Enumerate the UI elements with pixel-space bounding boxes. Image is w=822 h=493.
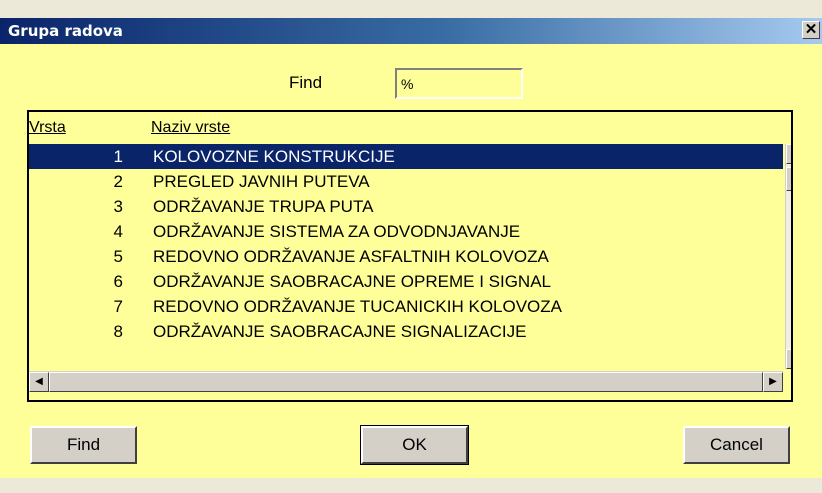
row-naziv-vrste: REDOVNO ODRŽAVANJE ASFALTNIH KOLOVOZA — [153, 247, 549, 266]
close-button[interactable]: ✕ — [802, 21, 820, 39]
table-row[interactable]: 5 REDOVNO ODRŽAVANJE ASFALTNIH KOLOVOZA — [29, 244, 783, 269]
find-input[interactable] — [395, 68, 523, 99]
table-row[interactable]: 2 PREGLED JAVNIH PUTEVA — [29, 169, 783, 194]
horizontal-scrollbar[interactable]: ◀ ▶ — [29, 371, 783, 392]
scroll-down-arrow-icon[interactable]: ▼ — [786, 349, 791, 369]
horizontal-scroll-thumb[interactable] — [49, 372, 763, 392]
title-bar[interactable]: Grupa radova ✕ — [0, 18, 822, 44]
scroll-right-arrow-icon[interactable]: ▶ — [763, 372, 783, 392]
vertical-scrollbar[interactable]: ▲ ▼ — [785, 144, 791, 369]
find-button[interactable]: Find — [30, 426, 137, 464]
row-vrsta: 2 — [113, 172, 123, 191]
close-icon: ✕ — [804, 21, 818, 38]
results-grid[interactable]: Vrsta Naziv vrste 1 KOLOVOZNE KONSTRUKCIJ… — [27, 110, 793, 402]
row-naziv-vrste: ODRŽAVANJE SAOBRACAJNE SIGNALIZACIJE — [153, 322, 527, 341]
row-naziv-vrste: ODRŽAVANJE SAOBRACAJNE OPREME I SIGNAL — [153, 272, 552, 291]
row-vrsta: 6 — [113, 272, 123, 291]
row-vrsta: 8 — [113, 322, 123, 341]
ok-button[interactable]: OK — [360, 425, 469, 465]
grid-rows: 1 KOLOVOZNE KONSTRUKCIJE 2 PREGLED JAVNIH P… — [29, 144, 783, 344]
table-row[interactable]: 6 ODRŽAVANJE SAOBRACAJNE OPREME I SIGNAL — [29, 269, 783, 294]
table-row[interactable]: 3 ODRŽAVANJE TRUPA PUTA — [29, 194, 783, 219]
table-row[interactable]: 1 KOLOVOZNE KONSTRUKCIJE — [29, 144, 783, 169]
row-vrsta: 7 — [113, 297, 123, 316]
grid-header: Vrsta Naziv vrste — [29, 119, 791, 139]
window-title: Grupa radova — [8, 22, 123, 40]
scroll-up-arrow-icon[interactable]: ▲ — [786, 144, 791, 164]
cancel-button[interactable]: Cancel — [683, 426, 790, 464]
find-label: Find — [289, 73, 323, 92]
row-naziv-vrste: PREGLED JAVNIH PUTEVA — [153, 172, 370, 191]
row-naziv-vrste: ODRŽAVANJE TRUPA PUTA — [153, 197, 374, 216]
column-header-naziv-vrste[interactable]: Naziv vrste — [151, 119, 230, 137]
row-naziv-vrste: REDOVNO ODRŽAVANJE TUCANICKIH KOLOVOZA — [153, 297, 563, 316]
row-vrsta: 1 — [113, 147, 123, 166]
row-vrsta: 5 — [113, 247, 123, 266]
table-row[interactable]: 8 ODRŽAVANJE SAOBRACAJNE SIGNALIZACIJE — [29, 319, 783, 344]
row-vrsta: 4 — [113, 222, 123, 241]
row-naziv-vrste: ODRŽAVANJE SISTEMA ZA ODVODNJAVANJE — [153, 222, 521, 241]
table-row[interactable]: 4 ODRŽAVANJE SISTEMA ZA ODVODNJAVANJE — [29, 219, 783, 244]
row-naziv-vrste: KOLOVOZNE KONSTRUKCIJE — [153, 147, 395, 166]
table-row[interactable]: 7 REDOVNO ODRŽAVANJE TUCANICKIH KOLOVOZA — [29, 294, 783, 319]
column-header-vrsta[interactable]: Vrsta — [29, 119, 66, 137]
scroll-left-arrow-icon[interactable]: ◀ — [29, 372, 49, 392]
row-vrsta: 3 — [113, 197, 123, 216]
vertical-scroll-thumb[interactable] — [786, 167, 791, 191]
